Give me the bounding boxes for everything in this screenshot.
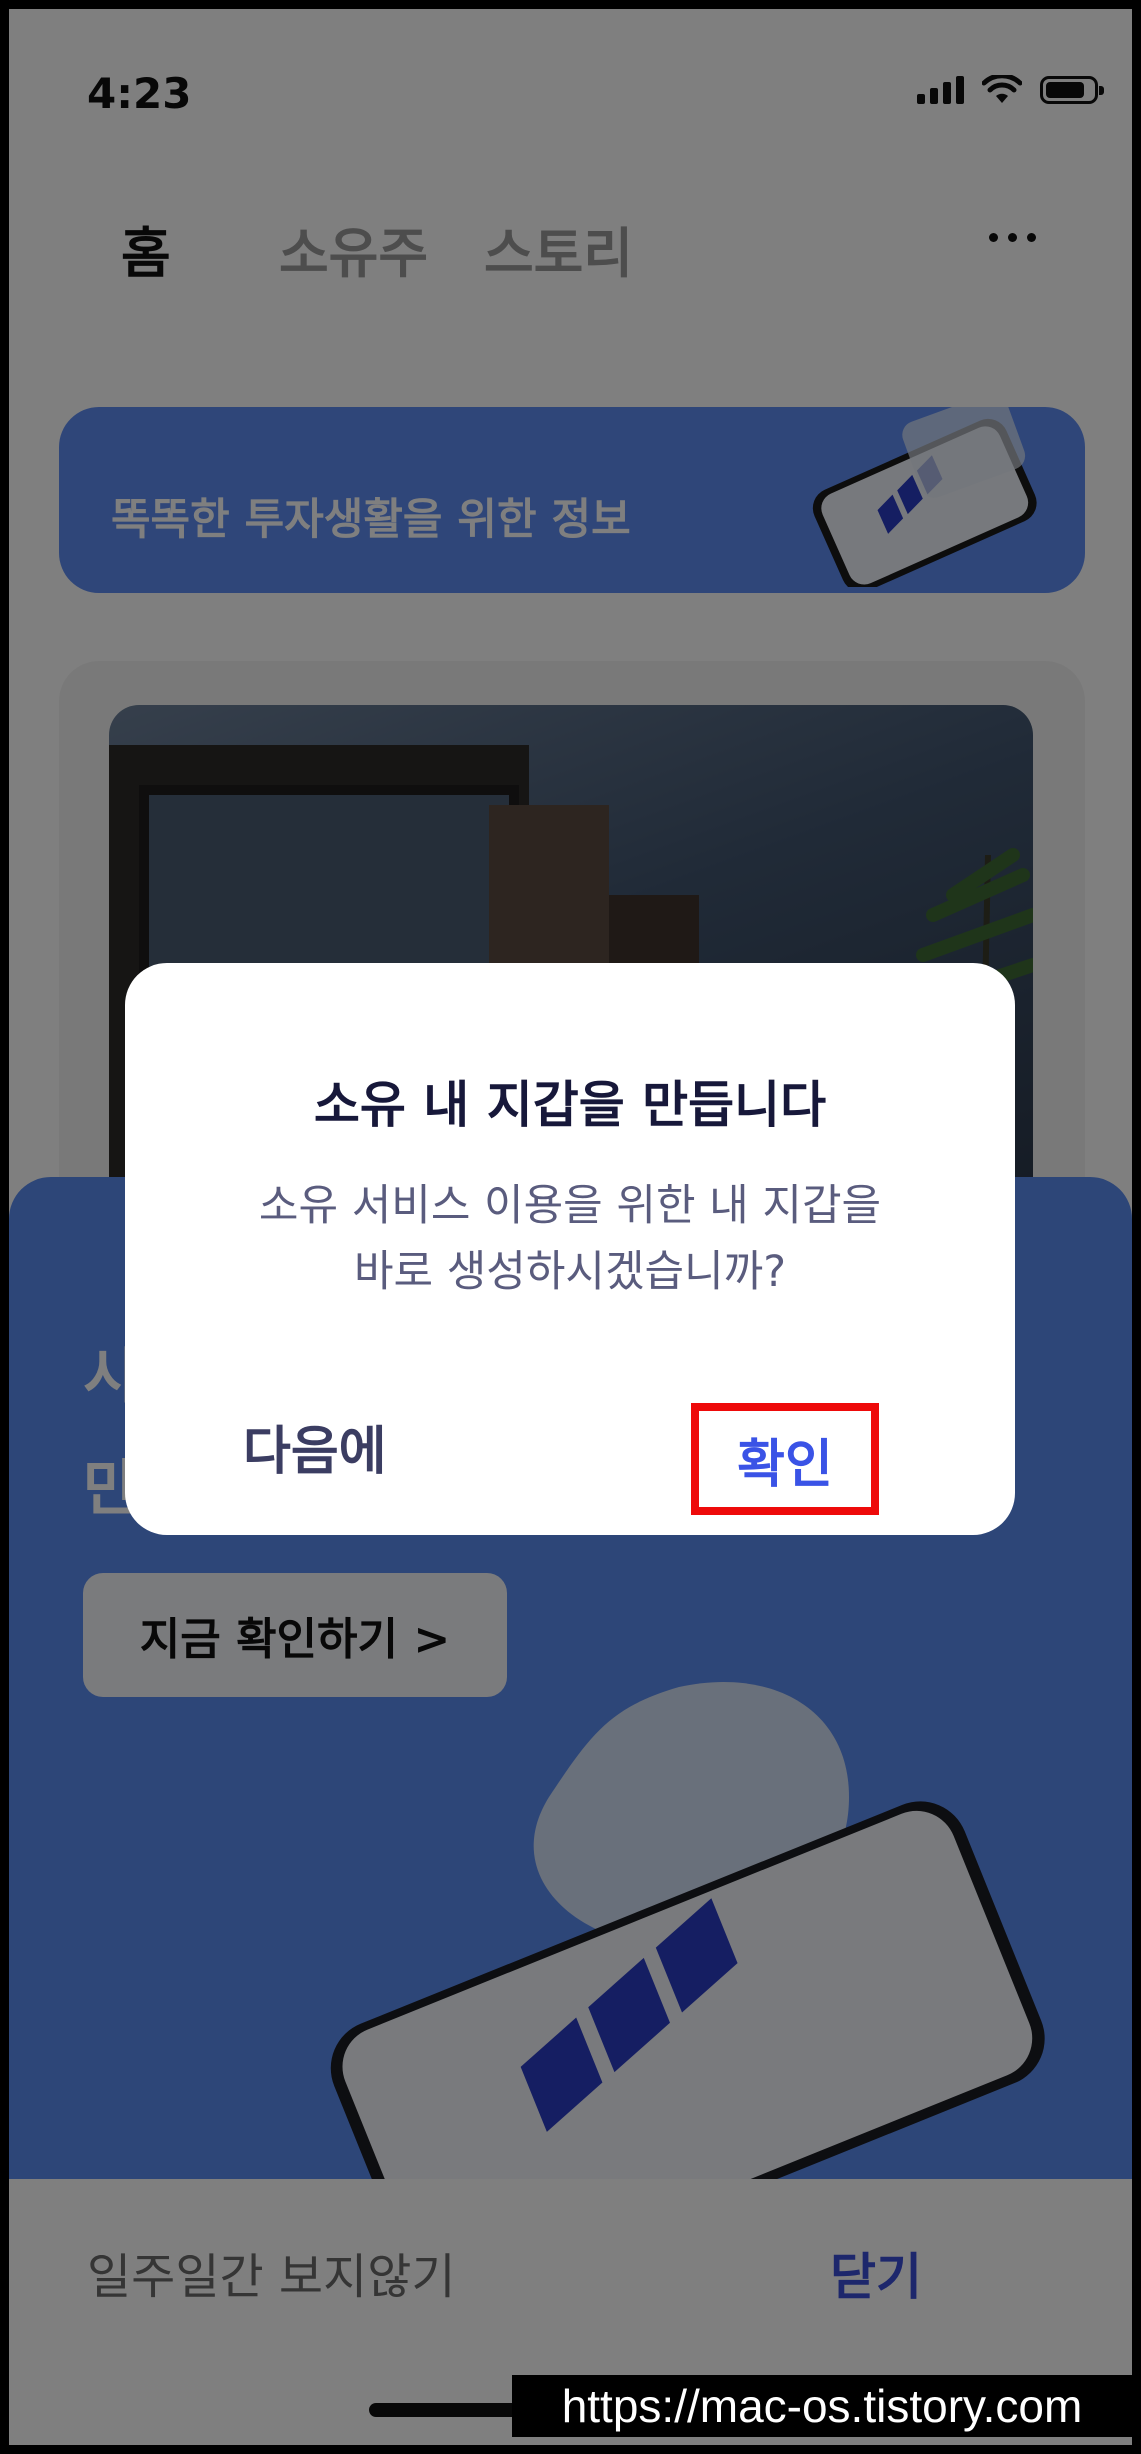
dialog-title: 소유 내 지갑을 만듭니다 bbox=[313, 1076, 827, 1134]
confirm-button[interactable]: 확인 bbox=[737, 1422, 833, 1497]
dialog-message-line-1: 소유 서비스 이용을 위한 내 지갑을 bbox=[258, 1181, 882, 1231]
dialog-message-line-2: 바로 생성하시겠습니까? bbox=[353, 1247, 787, 1297]
watermark-text: https://mac-os.tistory.com bbox=[512, 2375, 1132, 2437]
create-wallet-dialog: 소유 내 지갑을 만듭니다 소유 서비스 이용을 위한 내 지갑을 바로 생성하… bbox=[125, 963, 1015, 1535]
later-button[interactable]: 다음에 bbox=[243, 1409, 387, 1484]
confirm-highlight-box: 확인 bbox=[691, 1403, 879, 1515]
app-screen: 4:23 홈 소유주 스토리 똑똑한 투자생활을 위한 정보 bbox=[9, 9, 1132, 2445]
dialog-message: 소유 서비스 이용을 위한 내 지갑을 바로 생성하시겠습니까? bbox=[125, 1173, 1015, 1305]
